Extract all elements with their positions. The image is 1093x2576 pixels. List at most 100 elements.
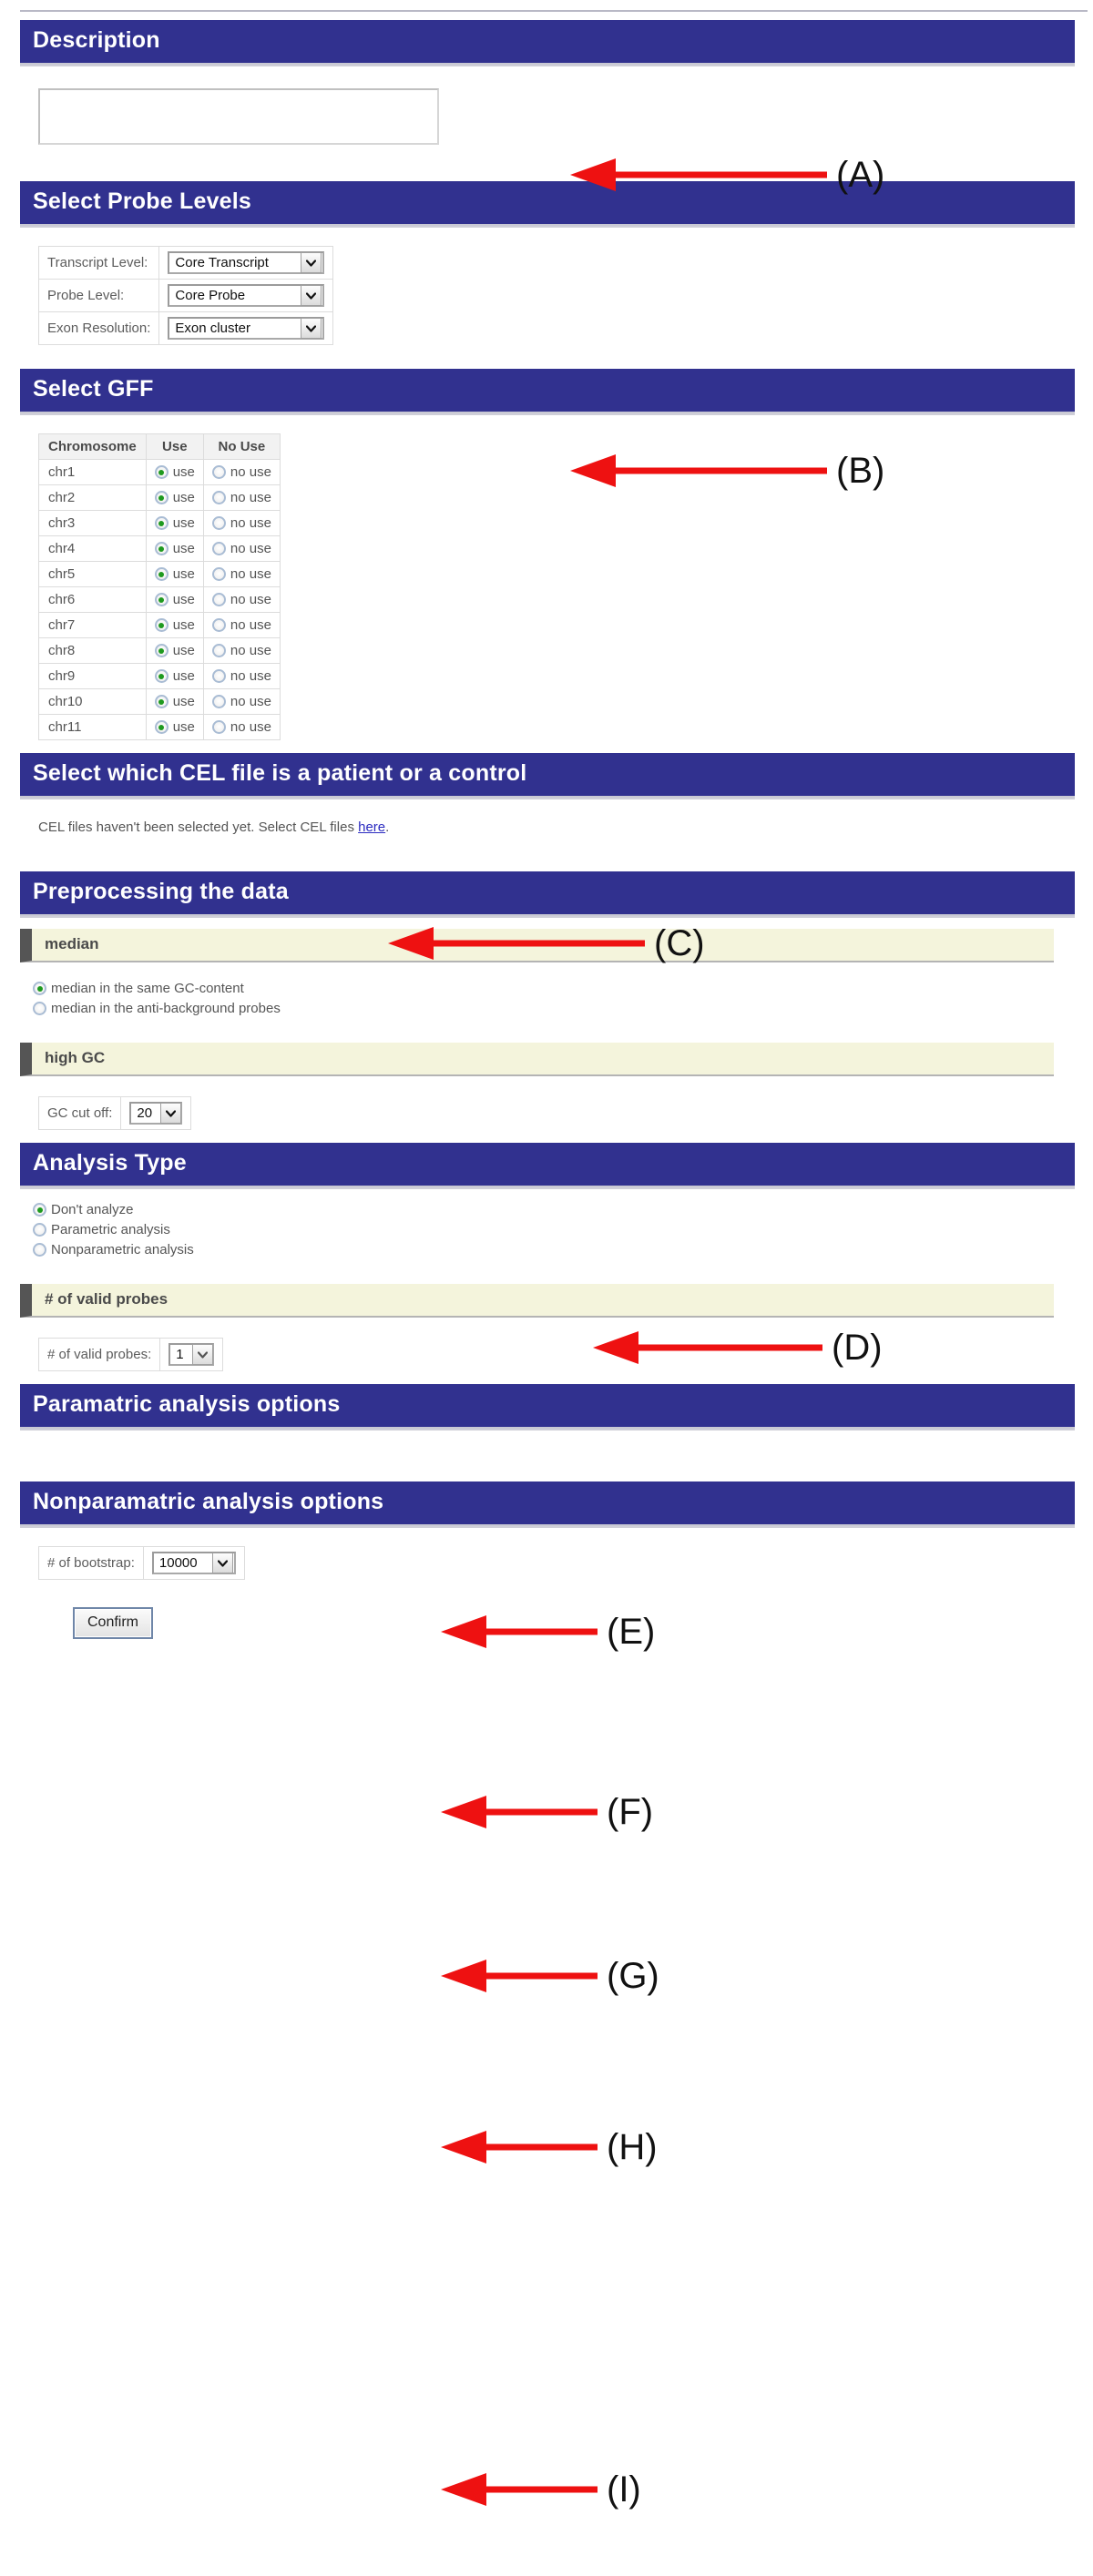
no-use-radio-cell[interactable]: no use	[202, 612, 281, 638]
no-use-radio-cell[interactable]: no use	[202, 637, 281, 664]
radio-icon[interactable]	[211, 542, 226, 555]
no-use-radio-cell[interactable]: no use	[202, 714, 281, 740]
annotation-label-a: (A)	[836, 155, 885, 195]
no-use-radio-cell[interactable]: no use	[202, 535, 281, 562]
radio-icon[interactable]	[154, 669, 169, 683]
use-radio-cell[interactable]: use	[145, 612, 204, 638]
annotation-e: (E)	[435, 1614, 655, 1650]
radio-icon[interactable]	[211, 465, 226, 479]
no-use-radio-cell[interactable]: no use	[202, 688, 281, 715]
no-use-radio-cell[interactable]: no use	[202, 484, 281, 511]
valid-probes-label: # of valid probes:	[37, 1338, 161, 1371]
radio-icon[interactable]	[33, 982, 46, 995]
subsection-header-high-gc: high GC	[20, 1043, 1054, 1076]
radio-icon[interactable]	[154, 491, 169, 504]
use-radio-label: use	[172, 515, 195, 531]
use-radio-cell[interactable]: use	[145, 535, 204, 562]
radio-icon[interactable]	[211, 618, 226, 632]
bootstrap-select[interactable]: 10000	[151, 1552, 236, 1574]
use-radio-label: use	[172, 719, 195, 735]
chevron-down-icon	[301, 252, 322, 273]
radio-icon[interactable]	[211, 516, 226, 530]
use-radio-cell[interactable]: use	[145, 459, 204, 485]
radio-icon[interactable]	[154, 516, 169, 530]
radio-icon[interactable]	[33, 1203, 46, 1217]
radio-icon[interactable]	[154, 567, 169, 581]
section-header-nonparametric-options: Nonparamatric analysis options	[20, 1481, 1075, 1526]
use-radio-cell[interactable]: use	[145, 688, 204, 715]
no-use-radio-cell[interactable]: no use	[202, 459, 281, 485]
section-header-preprocessing: Preprocessing the data	[20, 871, 1075, 916]
radio-icon[interactable]	[154, 695, 169, 708]
table-row: chr7 use no use	[38, 612, 281, 638]
no-use-radio-label: no use	[230, 592, 271, 607]
chevron-down-icon	[211, 1553, 233, 1573]
radio-icon[interactable]	[154, 618, 169, 632]
probe-level-select[interactable]: Core Probe	[168, 284, 325, 307]
radio-icon[interactable]	[33, 1243, 46, 1257]
radio-icon[interactable]	[33, 1223, 46, 1237]
use-radio-cell[interactable]: use	[145, 561, 204, 587]
analysis-option-dont-analyze[interactable]: Don't analyze	[33, 1200, 1077, 1220]
use-radio-cell[interactable]: use	[145, 663, 204, 689]
gc-cutoff-select[interactable]: 20	[129, 1102, 183, 1125]
use-radio-cell[interactable]: use	[145, 510, 204, 536]
annotation-label-h: (H)	[607, 2127, 658, 2167]
transcript-level-select[interactable]: Core Transcript	[168, 251, 325, 274]
gc-cutoff-label: GC cut off:	[37, 1096, 122, 1130]
no-use-radio-cell[interactable]: no use	[202, 586, 281, 613]
gc-cutoff-cell: 20	[120, 1096, 192, 1130]
gc-cutoff-table: GC cut off: 20	[37, 1096, 192, 1130]
annotation-label-i: (I)	[607, 2469, 641, 2510]
use-radio-cell[interactable]: use	[145, 484, 204, 511]
confirm-button[interactable]: Confirm	[73, 1607, 154, 1639]
no-use-radio-label: no use	[230, 464, 271, 480]
radio-icon[interactable]	[211, 695, 226, 708]
median-option-same-gc-label: median in the same GC-content	[51, 981, 244, 996]
radio-icon[interactable]	[154, 593, 169, 606]
median-option-anti-background[interactable]: median in the anti-background probes	[33, 999, 1077, 1019]
radio-icon[interactable]	[211, 567, 226, 581]
no-use-radio-label: no use	[230, 617, 271, 633]
exon-resolution-select[interactable]: Exon cluster	[168, 317, 325, 340]
analysis-option-nonparametric[interactable]: Nonparametric analysis	[33, 1240, 1077, 1260]
radio-icon[interactable]	[154, 465, 169, 479]
valid-probes-value: 1	[176, 1347, 184, 1362]
radio-icon[interactable]	[211, 669, 226, 683]
radio-icon[interactable]	[33, 1002, 46, 1015]
annotation-label-c: (C)	[654, 923, 705, 963]
radio-icon[interactable]	[211, 491, 226, 504]
table-row: chr4 use no use	[38, 535, 281, 562]
cel-note-text-after: .	[385, 820, 390, 835]
use-radio-cell[interactable]: use	[145, 714, 204, 740]
use-radio-cell[interactable]: use	[145, 586, 204, 613]
valid-probes-select[interactable]: 1	[169, 1343, 215, 1366]
table-row: # of valid probes: 1	[37, 1338, 224, 1371]
radio-icon[interactable]	[211, 593, 226, 606]
no-use-radio-label: no use	[230, 541, 271, 556]
use-radio-cell[interactable]: use	[145, 637, 204, 664]
cel-select-link[interactable]: here	[358, 820, 385, 835]
radio-icon[interactable]	[154, 542, 169, 555]
description-input[interactable]	[38, 88, 439, 145]
use-radio-label: use	[172, 592, 195, 607]
radio-icon[interactable]	[154, 644, 169, 657]
form-content: Description Select Probe Levels Transcri…	[20, 20, 1077, 1639]
no-use-radio-cell[interactable]: no use	[202, 510, 281, 536]
top-divider	[20, 10, 1088, 12]
median-option-anti-background-label: median in the anti-background probes	[51, 1001, 281, 1016]
no-use-radio-cell[interactable]: no use	[202, 561, 281, 587]
analysis-option-parametric[interactable]: Parametric analysis	[33, 1220, 1077, 1240]
median-option-same-gc[interactable]: median in the same GC-content	[33, 979, 1077, 999]
radio-icon[interactable]	[154, 720, 169, 734]
table-row: Probe Level: Core Probe	[37, 279, 334, 312]
no-use-radio-cell[interactable]: no use	[202, 663, 281, 689]
section-header-analysis-type: Analysis Type	[20, 1143, 1075, 1187]
no-use-radio-label: no use	[230, 566, 271, 582]
analysis-option-dont-analyze-label: Don't analyze	[51, 1202, 134, 1217]
radio-icon[interactable]	[211, 644, 226, 657]
radio-icon[interactable]	[211, 720, 226, 734]
